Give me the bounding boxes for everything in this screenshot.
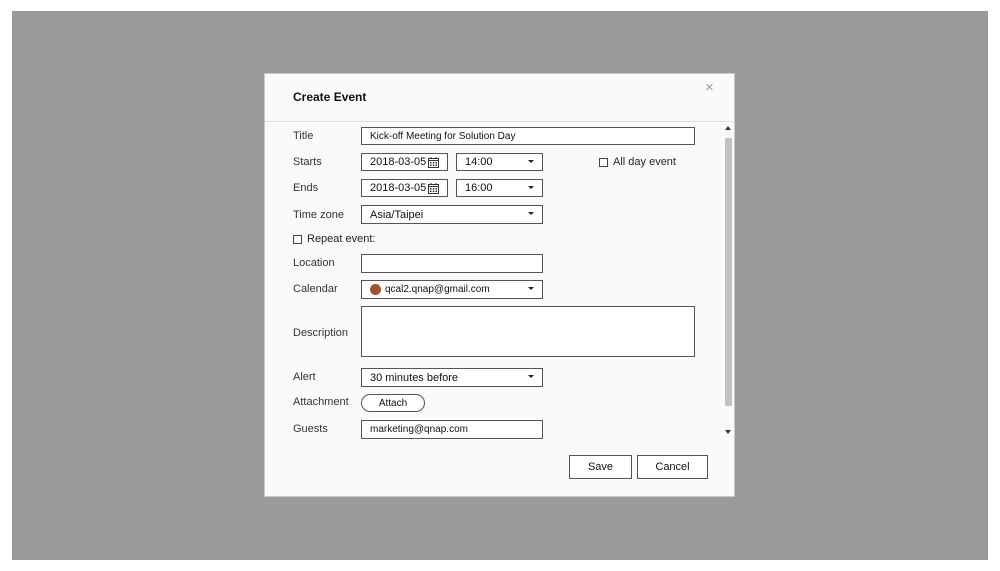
alert-value: 30 minutes before — [370, 371, 459, 384]
all-day-label: All day event — [613, 156, 676, 168]
calendar-value: qcal2.qnap@gmail.com — [385, 284, 490, 295]
chevron-down-icon — [528, 186, 534, 189]
timezone-value: Asia/Taipei — [370, 208, 424, 221]
end-time-select[interactable]: 16:00 — [456, 179, 543, 197]
alert-label: Alert — [293, 371, 316, 383]
title-input-value: Kick-off Meeting for Solution Day — [370, 130, 516, 142]
scrollbar-thumb[interactable] — [725, 138, 732, 406]
header-divider — [265, 121, 734, 122]
calendar-color-dot — [370, 284, 381, 295]
calendar-icon[interactable] — [428, 157, 439, 168]
end-date-value: 2018-03-05 — [370, 182, 427, 194]
create-event-dialog: Create Event × Title Kick-off Meeting fo… — [264, 73, 735, 497]
title-label: Title — [293, 130, 314, 142]
location-input[interactable] — [361, 254, 543, 273]
ends-label: Ends — [293, 182, 319, 194]
starts-label: Starts — [293, 156, 322, 168]
repeat-event-checkbox[interactable]: Repeat event: — [293, 233, 376, 245]
attachment-label: Attachment — [293, 396, 349, 408]
chevron-down-icon — [528, 375, 534, 378]
calendar-icon[interactable] — [428, 183, 439, 194]
calendar-label: Calendar — [293, 283, 338, 295]
timezone-select[interactable]: Asia/Taipei — [361, 205, 543, 224]
timezone-label: Time zone — [293, 209, 344, 221]
chevron-down-icon — [528, 212, 534, 215]
cancel-button[interactable]: Cancel — [637, 455, 708, 479]
title-input[interactable]: Kick-off Meeting for Solution Day — [361, 127, 695, 145]
scroll-down-icon[interactable] — [725, 430, 731, 434]
end-date-input[interactable]: 2018-03-05 — [361, 179, 448, 197]
save-button[interactable]: Save — [569, 455, 632, 479]
guests-value: marketing@qnap.com — [370, 424, 468, 435]
dialog-title: Create Event — [293, 90, 367, 104]
chevron-down-icon — [528, 287, 534, 290]
scroll-up-icon[interactable] — [725, 126, 731, 130]
repeat-event-label: Repeat event: — [307, 233, 376, 245]
alert-select[interactable]: 30 minutes before — [361, 368, 543, 387]
description-textarea[interactable] — [361, 306, 695, 357]
calendar-select[interactable]: qcal2.qnap@gmail.com — [361, 280, 543, 299]
description-label: Description — [293, 327, 349, 339]
close-icon[interactable]: × — [705, 79, 714, 96]
guests-input[interactable]: marketing@qnap.com — [361, 420, 543, 439]
checkbox-icon[interactable] — [293, 234, 302, 244]
start-date-value: 2018-03-05 — [370, 156, 427, 168]
chevron-down-icon — [528, 160, 534, 163]
guests-label: Guests — [293, 423, 328, 435]
start-time-value: 14:00 — [465, 156, 493, 168]
location-label: Location — [293, 257, 335, 269]
all-day-checkbox[interactable]: All day event — [599, 156, 676, 168]
attach-button[interactable]: Attach — [361, 394, 425, 412]
start-date-input[interactable]: 2018-03-05 — [361, 153, 448, 171]
checkbox-icon[interactable] — [599, 157, 608, 167]
start-time-select[interactable]: 14:00 — [456, 153, 543, 171]
form-scrollbar[interactable] — [724, 124, 733, 438]
end-time-value: 16:00 — [465, 182, 493, 194]
